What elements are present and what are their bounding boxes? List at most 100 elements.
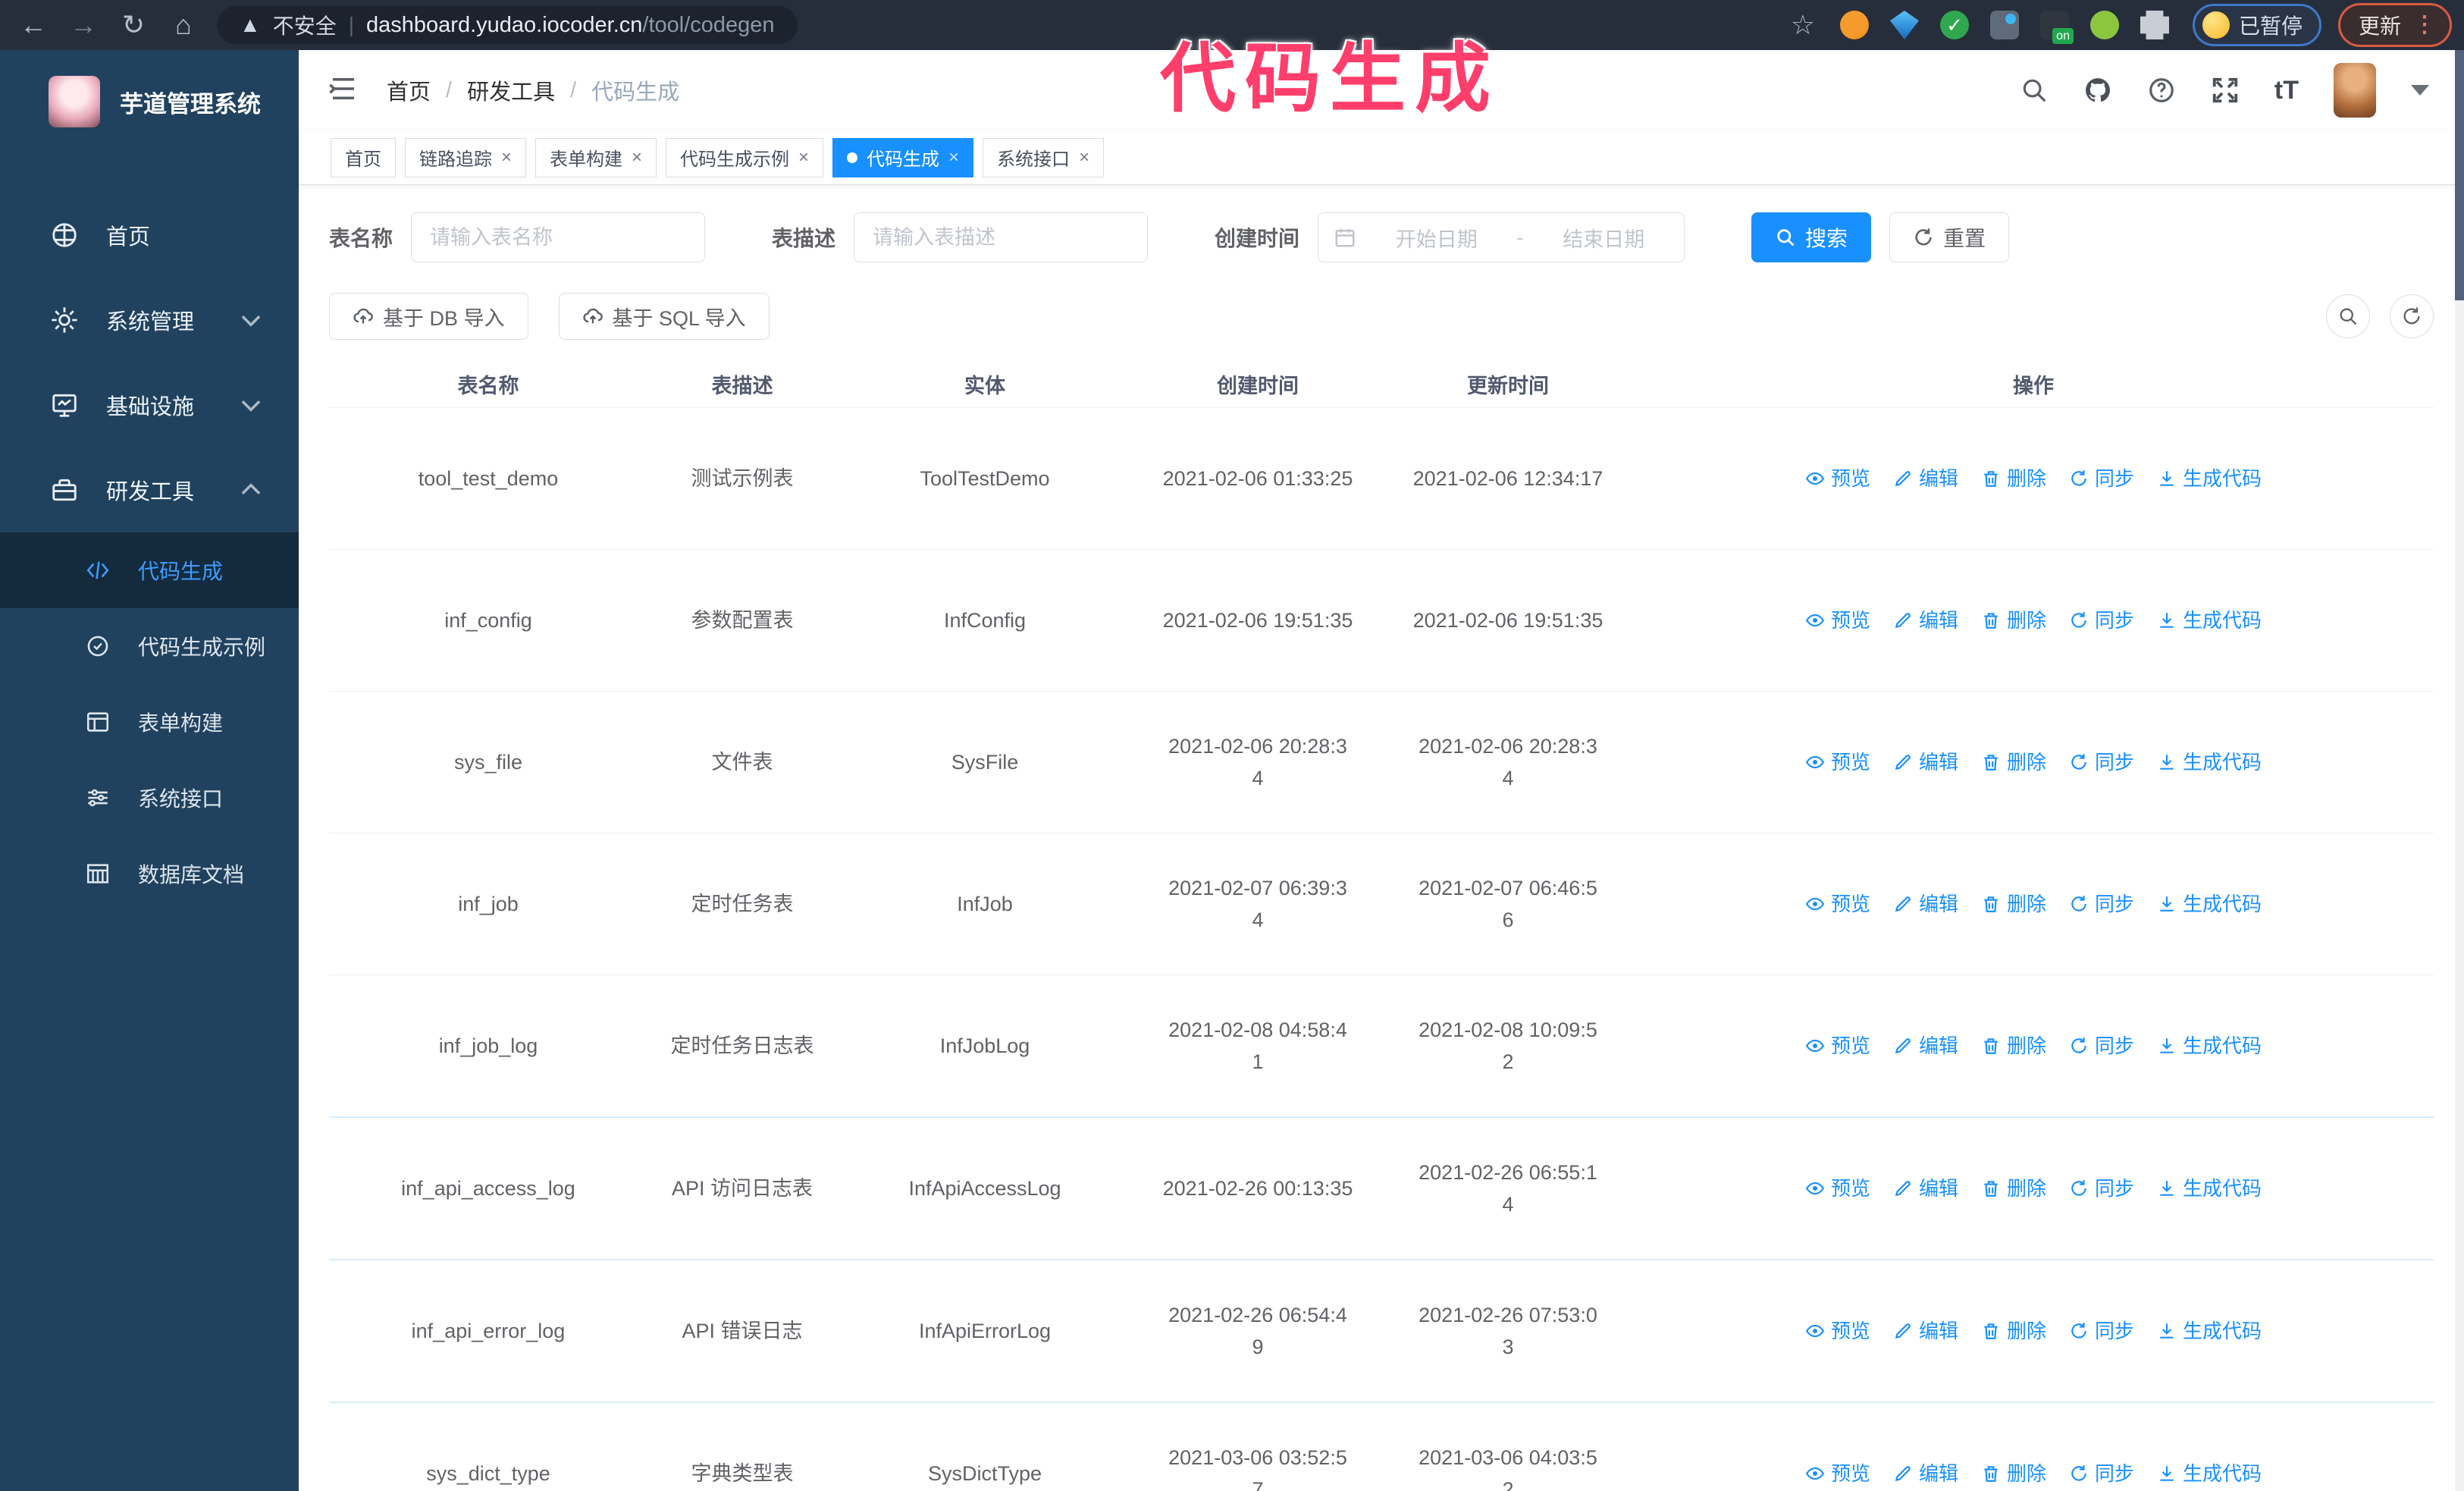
tab-system-api[interactable]: 系统接口 × (983, 137, 1105, 177)
scrollbar-track[interactable] (2455, 50, 2464, 1491)
import-db-button[interactable]: 基于 DB 导入 (329, 293, 528, 340)
preview-link[interactable]: 预览 (1805, 604, 1870, 636)
extension-icon[interactable]: on (2039, 11, 2074, 44)
tab-home[interactable]: 首页 (331, 137, 396, 177)
preview-link[interactable]: 预览 (1805, 1458, 1870, 1489)
address-bar[interactable]: ▲ 不安全 | dashboard.yudao.iocoder.cn/tool/… (217, 6, 798, 44)
extension-icon[interactable] (1989, 11, 2019, 39)
browser-update-button[interactable]: 更新 ⋮ (2337, 3, 2452, 47)
close-icon[interactable]: × (798, 148, 809, 167)
breadcrumb-item[interactable]: 首页 (387, 74, 431, 106)
refresh-table-button[interactable] (2390, 294, 2434, 338)
sidebar-collapse-icon[interactable] (328, 73, 359, 108)
home-icon[interactable]: ⌂ (162, 11, 205, 39)
hide-search-button[interactable] (2326, 294, 2370, 338)
breadcrumb-item[interactable]: 研发工具 (467, 74, 555, 106)
generate-code-link[interactable]: 生成代码 (2157, 463, 2262, 494)
sidebar-item-system[interactable]: 系统管理 (0, 278, 299, 363)
extension-icon[interactable] (1939, 11, 1969, 39)
table-name-input[interactable] (411, 212, 706, 262)
close-icon[interactable]: × (632, 148, 642, 167)
sync-link[interactable]: 同步 (2069, 463, 2134, 494)
date-range-picker[interactable]: 开始日期 - 结束日期 (1318, 212, 1685, 262)
delete-link[interactable]: 删除 (1981, 1315, 2046, 1347)
profile-paused-badge[interactable]: 已暂停 (2192, 4, 2321, 46)
preview-link[interactable]: 预览 (1805, 1315, 1870, 1347)
edit-link[interactable]: 编辑 (1893, 1172, 1958, 1204)
extension-icon[interactable] (1839, 11, 1869, 39)
generate-code-link[interactable]: 生成代码 (2157, 746, 2262, 778)
import-sql-button[interactable]: 基于 SQL 导入 (558, 293, 770, 340)
preview-link[interactable]: 预览 (1805, 746, 1870, 778)
extension-icon[interactable] (1889, 11, 1919, 39)
generate-code-link[interactable]: 生成代码 (2157, 604, 2262, 636)
close-icon[interactable]: × (501, 148, 512, 167)
reset-button[interactable]: 重置 (1889, 212, 2010, 262)
search-icon[interactable] (2020, 76, 2049, 105)
bookmark-star-icon[interactable]: ☆ (1791, 9, 1815, 41)
edit-link[interactable]: 编辑 (1893, 463, 1958, 494)
url-text[interactable]: dashboard.yudao.iocoder.cn/tool/codegen (366, 13, 775, 38)
user-menu-caret-icon[interactable] (2411, 85, 2429, 96)
tab-form-builder[interactable]: 表单构建 × (535, 137, 657, 177)
generate-code-link[interactable]: 生成代码 (2157, 1172, 2262, 1204)
tab-codegen-example[interactable]: 代码生成示例 × (666, 137, 824, 177)
table-desc-input[interactable] (854, 212, 1149, 262)
preview-link[interactable]: 预览 (1805, 463, 1870, 494)
extension-icon[interactable] (2089, 11, 2119, 39)
close-icon[interactable]: × (948, 148, 959, 167)
preview-link[interactable]: 预览 (1805, 1030, 1870, 1062)
sync-link[interactable]: 同步 (2069, 1030, 2134, 1062)
close-icon[interactable]: × (1079, 148, 1089, 167)
edit-link[interactable]: 编辑 (1893, 746, 1958, 778)
edit-link[interactable]: 编辑 (1893, 1315, 1958, 1347)
browser-menu-icon[interactable]: ⋮ (2413, 14, 2436, 36)
edit-link[interactable]: 编辑 (1893, 1458, 1958, 1489)
generate-code-link[interactable]: 生成代码 (2157, 1030, 2262, 1062)
delete-link[interactable]: 删除 (1981, 1030, 2046, 1062)
sync-link[interactable]: 同步 (2069, 888, 2134, 920)
edit-link[interactable]: 编辑 (1893, 604, 1958, 636)
start-date-placeholder[interactable]: 开始日期 (1372, 223, 1502, 253)
search-button[interactable]: 搜索 (1751, 212, 1872, 262)
sidebar-item-codegen[interactable]: 代码生成 (0, 532, 299, 608)
delete-link[interactable]: 删除 (1981, 1172, 2046, 1204)
sync-link[interactable]: 同步 (2069, 1315, 2134, 1347)
preview-link[interactable]: 预览 (1805, 888, 1870, 920)
github-icon[interactable] (2083, 76, 2112, 105)
sidebar-item-db-doc[interactable]: 数据库文档 (0, 836, 299, 912)
end-date-placeholder[interactable]: 结束日期 (1539, 223, 1669, 253)
sidebar-item-home[interactable]: 首页 (0, 193, 299, 278)
delete-link[interactable]: 删除 (1981, 604, 2046, 636)
sidebar-logo[interactable]: 芋道管理系统 (0, 50, 299, 127)
tab-codegen[interactable]: 代码生成 × (832, 137, 974, 177)
sync-link[interactable]: 同步 (2069, 604, 2134, 636)
security-label[interactable]: 不安全 (273, 10, 337, 40)
forward-icon[interactable]: → (62, 11, 105, 39)
user-avatar[interactable] (2334, 63, 2376, 118)
sidebar-item-infra[interactable]: 基础设施 (0, 363, 299, 447)
sync-link[interactable]: 同步 (2069, 1172, 2134, 1204)
fullscreen-icon[interactable] (2211, 76, 2240, 105)
delete-link[interactable]: 删除 (1981, 463, 2046, 494)
font-size-icon[interactable]: tT (2274, 76, 2299, 105)
generate-code-link[interactable]: 生成代码 (2157, 1458, 2262, 1489)
sidebar-item-codegen-example[interactable]: 代码生成示例 (0, 608, 299, 684)
generate-code-link[interactable]: 生成代码 (2157, 888, 2262, 920)
delete-link[interactable]: 删除 (1981, 1458, 2046, 1489)
edit-link[interactable]: 编辑 (1893, 888, 1958, 920)
generate-code-link[interactable]: 生成代码 (2157, 1315, 2262, 1347)
sidebar-item-system-api[interactable]: 系统接口 (0, 760, 299, 836)
edit-link[interactable]: 编辑 (1893, 1030, 1958, 1062)
security-warning-icon[interactable]: ▲ (240, 13, 261, 37)
preview-link[interactable]: 预览 (1805, 1172, 1870, 1204)
delete-link[interactable]: 删除 (1981, 746, 2046, 778)
sync-link[interactable]: 同步 (2069, 1458, 2134, 1489)
sync-link[interactable]: 同步 (2069, 746, 2134, 778)
delete-link[interactable]: 删除 (1981, 888, 2046, 920)
sidebar-item-form-builder[interactable]: 表单构建 (0, 684, 299, 760)
puzzle-extensions-icon[interactable] (2140, 11, 2169, 39)
tab-tracing[interactable]: 链路追踪 × (405, 137, 527, 177)
scrollbar-thumb[interactable] (2455, 50, 2464, 300)
help-icon[interactable] (2147, 76, 2176, 105)
